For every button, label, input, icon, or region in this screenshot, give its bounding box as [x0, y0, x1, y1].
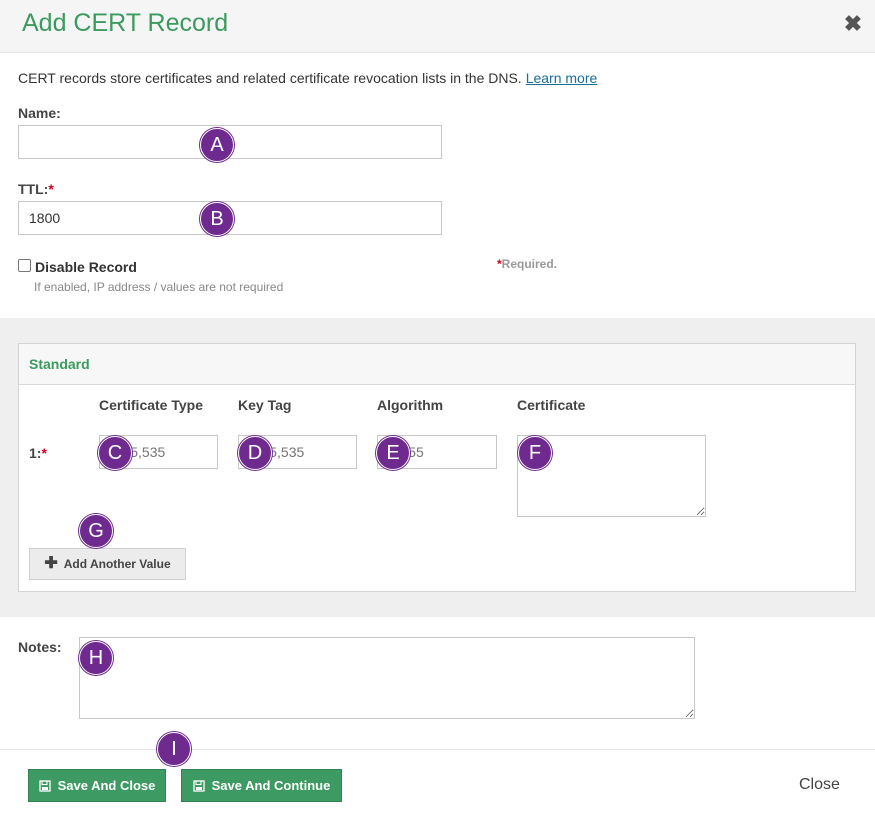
required-note-text: Required. — [501, 257, 558, 271]
row-label: 1:* — [29, 445, 47, 461]
required-asterisk: * — [48, 181, 54, 197]
close-icon[interactable]: ✖ — [843, 12, 863, 36]
annotation-badge-b: B — [200, 202, 234, 236]
ttl-label: TTL:* — [18, 181, 54, 197]
dialog-title: Add CERT Record — [22, 9, 229, 37]
column-header-certificate: Certificate — [517, 397, 586, 413]
annotation-badge-g: G — [79, 514, 113, 548]
disable-record-label[interactable]: Disable Record — [35, 259, 137, 275]
notes-textarea[interactable] — [79, 637, 695, 719]
column-header-algorithm: Algorithm — [377, 397, 444, 413]
close-link[interactable]: Close — [799, 776, 840, 794]
annotation-badge-f: F — [518, 436, 552, 470]
disable-record-checkbox[interactable] — [18, 259, 31, 272]
annotation-badge-h: H — [79, 641, 113, 675]
annotation-badge-e: E — [376, 436, 410, 470]
learn-more-link[interactable]: Learn more — [526, 70, 598, 86]
annotation-badge-a: A — [200, 128, 234, 162]
annotation-badge-i: I — [157, 732, 191, 766]
notes-label: Notes: — [18, 639, 62, 655]
floppy-disk-icon — [192, 779, 205, 792]
standard-panel-title: Standard — [29, 356, 90, 372]
column-header-certificate-type: Certificate Type — [99, 397, 203, 413]
intro-description: CERT records store certificates and rela… — [18, 70, 522, 86]
row-required-asterisk: * — [41, 445, 47, 461]
annotation-badge-c: C — [98, 436, 132, 470]
save-and-close-label: Save And Close — [57, 778, 156, 793]
plus-icon: ✚ — [44, 555, 58, 572]
ttl-label-text: TTL: — [18, 181, 49, 197]
save-and-continue-label: Save And Continue — [211, 778, 331, 793]
add-another-value-label: Add Another Value — [63, 557, 171, 571]
column-header-key-tag: Key Tag — [238, 397, 292, 413]
standard-panel-header: Standard — [19, 344, 855, 385]
name-label: Name: — [18, 105, 61, 121]
annotation-badge-d: D — [238, 436, 272, 470]
row-number: 1: — [29, 445, 42, 461]
floppy-disk-icon — [38, 779, 51, 792]
dialog-header: Add CERT Record ✖ — [0, 0, 875, 53]
disable-record-hint: If enabled, IP address / values are not … — [34, 280, 284, 294]
footer-divider — [0, 749, 875, 750]
save-and-continue-button[interactable]: Save And Continue — [181, 769, 342, 802]
add-another-value-button[interactable]: ✚ Add Another Value — [29, 548, 186, 580]
intro-text: CERT records store certificates and rela… — [18, 70, 597, 86]
required-note: *Required. — [497, 257, 557, 271]
save-and-close-button[interactable]: Save And Close — [28, 769, 166, 802]
